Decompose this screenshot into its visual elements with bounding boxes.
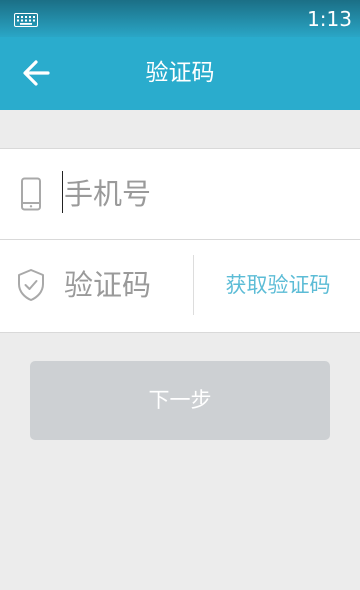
keyboard-icon	[14, 12, 38, 27]
get-code-button[interactable]: 获取验证码	[204, 262, 352, 308]
phone-icon	[16, 177, 46, 211]
phone-input[interactable]	[62, 171, 344, 217]
shield-check-icon	[16, 268, 46, 302]
next-button[interactable]: 下一步	[30, 361, 330, 440]
text-cursor	[62, 171, 63, 213]
verification-form: 获取验证码	[0, 148, 360, 333]
status-bar: 1:13	[0, 0, 360, 37]
code-row: 获取验证码	[0, 240, 360, 330]
code-input[interactable]	[62, 262, 184, 308]
status-time: 1:13	[307, 7, 352, 31]
app-bar: 验证码	[0, 37, 360, 110]
vertical-divider	[193, 255, 194, 315]
back-button[interactable]	[12, 51, 60, 95]
phone-row	[0, 149, 360, 239]
